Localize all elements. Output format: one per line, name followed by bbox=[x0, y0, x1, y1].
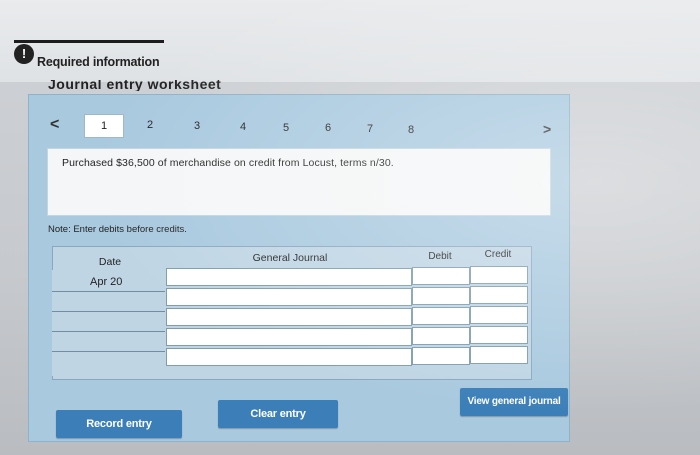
previous-arrow-icon[interactable]: < bbox=[50, 116, 59, 134]
step-tab-7[interactable]: 7 bbox=[360, 120, 380, 138]
credit-input-row-2[interactable] bbox=[470, 286, 528, 304]
entry-date: Apr 20 bbox=[90, 276, 123, 288]
account-input-row-3[interactable] bbox=[166, 308, 412, 326]
step-tab-2[interactable]: 2 bbox=[140, 116, 160, 134]
debit-input-row-2[interactable] bbox=[412, 287, 470, 305]
date-column-header: Date bbox=[98, 256, 122, 268]
account-input-row-1[interactable] bbox=[166, 268, 412, 286]
clear-entry-button[interactable]: Clear entry bbox=[218, 400, 338, 428]
debit-input-row-1[interactable] bbox=[412, 267, 470, 285]
debits-credits-note: Note: Enter debits before credits. bbox=[48, 224, 187, 235]
transaction-description: Purchased $36,500 of merchandise on cred… bbox=[62, 157, 394, 169]
date-row-divider bbox=[52, 331, 165, 332]
debit-input-row-5[interactable] bbox=[412, 347, 470, 365]
credit-input-row-5[interactable] bbox=[470, 346, 528, 364]
account-input-row-2[interactable] bbox=[166, 288, 412, 306]
date-row-divider bbox=[52, 291, 165, 292]
worksheet-title: Journal entry worksheet bbox=[48, 80, 222, 91]
step-tab-8[interactable]: 8 bbox=[401, 121, 421, 139]
account-input-row-4[interactable] bbox=[166, 328, 412, 346]
account-input-row-5[interactable] bbox=[166, 348, 412, 366]
credit-column-header: Credit bbox=[484, 249, 512, 260]
required-information-label: Required information bbox=[37, 55, 160, 69]
step-tab-3[interactable]: 3 bbox=[187, 117, 207, 135]
info-icon: ! bbox=[14, 44, 34, 64]
debit-input-row-4[interactable] bbox=[412, 327, 470, 345]
step-tab-6[interactable]: 6 bbox=[318, 119, 338, 137]
debit-column-header: Debit bbox=[428, 251, 452, 262]
record-entry-button[interactable]: Record entry bbox=[56, 410, 182, 438]
next-arrow-icon[interactable]: > bbox=[543, 121, 551, 137]
general-journal-column-header: General Journal bbox=[252, 252, 328, 264]
step-tab-1[interactable]: 1 bbox=[84, 114, 124, 138]
header-divider bbox=[14, 40, 164, 43]
date-row-divider bbox=[52, 311, 165, 312]
step-tab-5[interactable]: 5 bbox=[276, 119, 296, 137]
step-tab-4[interactable]: 4 bbox=[233, 118, 253, 136]
view-general-journal-button[interactable]: View general journal bbox=[460, 388, 568, 416]
debit-input-row-3[interactable] bbox=[412, 307, 470, 325]
date-row-divider bbox=[52, 351, 165, 352]
credit-input-row-3[interactable] bbox=[470, 306, 528, 324]
credit-input-row-1[interactable] bbox=[470, 266, 528, 284]
credit-input-row-4[interactable] bbox=[470, 326, 528, 344]
